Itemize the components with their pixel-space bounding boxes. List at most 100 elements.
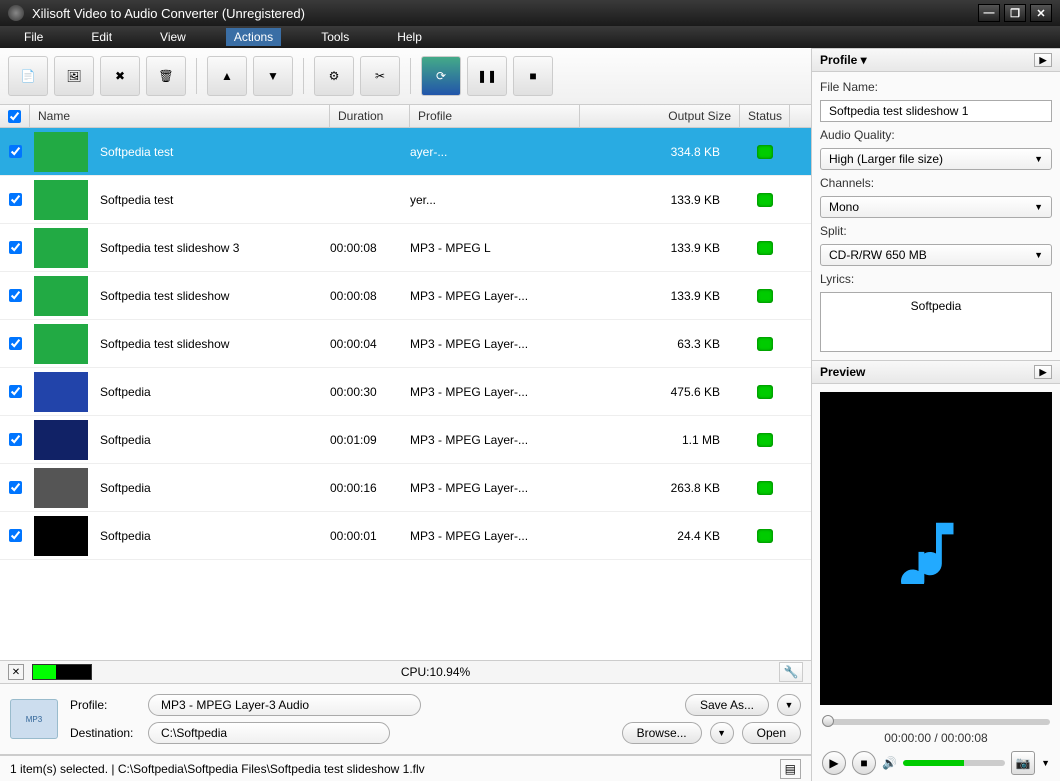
file-name-label: File Name:	[820, 80, 1052, 94]
row-name: Softpedia test	[92, 193, 330, 207]
menu-file[interactable]: File	[16, 28, 51, 46]
header-checkbox[interactable]	[0, 105, 30, 127]
lyrics-value: Softpedia	[911, 299, 962, 313]
row-status	[740, 193, 790, 207]
table-row[interactable]: Softpedia test slideshow00:00:08MP3 - MP…	[0, 272, 811, 320]
menubar: File Edit View Actions Tools Help	[0, 26, 1060, 48]
table-row[interactable]: Softpedia00:00:01MP3 - MPEG Layer-...24.…	[0, 512, 811, 560]
row-name: Softpedia test slideshow	[92, 289, 330, 303]
channels-label: Channels:	[820, 176, 1052, 190]
file-name-field[interactable]: Softpedia test slideshow 1	[820, 100, 1052, 122]
row-checkbox[interactable]	[0, 241, 30, 254]
convert-button[interactable]: ⟳	[421, 56, 461, 96]
move-down-button[interactable]: ▼	[253, 56, 293, 96]
clear-button[interactable]: 🗑	[146, 56, 186, 96]
table-row[interactable]: Softpedia test slideshow00:00:04MP3 - MP…	[0, 320, 811, 368]
thumbnail	[34, 228, 88, 268]
chevron-down-icon: ▼	[1034, 250, 1043, 260]
time-slider[interactable]	[822, 719, 1050, 725]
table-row[interactable]: Softpedia test slideshow 300:00:08MP3 - …	[0, 224, 811, 272]
play-button[interactable]: ▶	[822, 751, 846, 775]
save-as-button[interactable]: Save As...	[685, 694, 769, 716]
header-name[interactable]: Name	[30, 105, 330, 127]
profile-panel-header[interactable]: Profile ▾ ▶	[812, 48, 1060, 72]
table-row[interactable]: Softpedia testayer-...334.8 KB	[0, 128, 811, 176]
delete-button[interactable]: ✖	[100, 56, 140, 96]
menu-actions[interactable]: Actions	[226, 28, 281, 46]
snapshot-button[interactable]: 📷	[1011, 751, 1035, 775]
row-checkbox[interactable]	[0, 337, 30, 350]
row-duration: 00:01:09	[330, 433, 410, 447]
chevron-right-icon[interactable]: ▶	[1034, 365, 1052, 379]
table-row[interactable]: Softpedia testyer...133.9 KB	[0, 176, 811, 224]
split-button[interactable]: ✂	[360, 56, 400, 96]
menu-view[interactable]: View	[152, 28, 194, 46]
table-row[interactable]: Softpedia00:01:09MP3 - MPEG Layer-...1.1…	[0, 416, 811, 464]
volume-slider[interactable]	[903, 760, 1005, 766]
row-size: 1.1 MB	[580, 433, 740, 447]
header-profile[interactable]: Profile	[410, 105, 580, 127]
row-checkbox[interactable]	[0, 529, 30, 542]
stop-preview-button[interactable]: ■	[852, 751, 876, 775]
row-profile: MP3 - MPEG Layer-...	[410, 289, 580, 303]
preview-header-label: Preview	[820, 365, 865, 379]
close-button[interactable]: ✕	[1030, 4, 1052, 22]
row-size: 24.4 KB	[580, 529, 740, 543]
maximize-button[interactable]: ❐	[1004, 4, 1026, 22]
row-size: 133.9 KB	[580, 241, 740, 255]
move-up-button[interactable]: ▲	[207, 56, 247, 96]
stop-button[interactable]: ■	[513, 56, 553, 96]
menu-help[interactable]: Help	[389, 28, 430, 46]
row-status	[740, 385, 790, 399]
row-size: 263.8 KB	[580, 481, 740, 495]
row-checkbox[interactable]	[0, 193, 30, 206]
add-file-button[interactable]: 📄	[8, 56, 48, 96]
save-as-dropdown[interactable]: ▼	[777, 694, 801, 716]
preview-panel-header[interactable]: Preview ▶	[812, 360, 1060, 384]
thumbnail	[34, 372, 88, 412]
destination-value: C:\Softpedia	[161, 726, 227, 740]
minimize-button[interactable]: —	[978, 4, 1000, 22]
row-checkbox[interactable]	[0, 145, 30, 158]
row-duration: 00:00:08	[330, 289, 410, 303]
chevron-right-icon[interactable]: ▶	[1034, 53, 1052, 67]
lyrics-box[interactable]: Softpedia	[820, 292, 1052, 352]
time-display: 00:00:00 / 00:00:08	[822, 731, 1050, 745]
snapshot-dropdown[interactable]: ▼	[1041, 758, 1050, 768]
separator	[196, 58, 197, 94]
list-view-icon[interactable]: ▤	[780, 759, 801, 779]
table-row[interactable]: Softpedia00:00:30MP3 - MPEG Layer-...475…	[0, 368, 811, 416]
quality-label: Audio Quality:	[820, 128, 1052, 142]
toolbar: 📄 🖼 ✖ 🗑 ▲ ▼ ⚙ ✂ ⟳ ❚❚ ■	[0, 48, 811, 104]
destination-combo[interactable]: C:\Softpedia	[148, 722, 390, 744]
header-duration[interactable]: Duration	[330, 105, 410, 127]
cpu-close-button[interactable]: ✕	[8, 664, 24, 680]
row-name: Softpedia	[92, 481, 330, 495]
table-row[interactable]: Softpedia00:00:16MP3 - MPEG Layer-...263…	[0, 464, 811, 512]
bitrate-button[interactable]: ⚙	[314, 56, 354, 96]
quality-value: High (Larger file size)	[829, 152, 943, 166]
row-checkbox[interactable]	[0, 433, 30, 446]
open-button[interactable]: Open	[742, 722, 801, 744]
row-checkbox[interactable]	[0, 385, 30, 398]
browse-dropdown[interactable]: ▼	[710, 722, 734, 744]
table-header: Name Duration Profile Output Size Status	[0, 104, 811, 128]
menu-edit[interactable]: Edit	[83, 28, 120, 46]
profile-combo[interactable]: MP3 - MPEG Layer-3 Audio	[148, 694, 421, 716]
channels-combo[interactable]: Mono▼	[820, 196, 1052, 218]
volume-icon[interactable]: 🔊	[882, 756, 897, 770]
cpu-bar: ✕ CPU:10.94% 🔧	[0, 660, 811, 684]
row-checkbox[interactable]	[0, 289, 30, 302]
header-output-size[interactable]: Output Size	[580, 105, 740, 127]
add-picture-button[interactable]: 🖼	[54, 56, 94, 96]
row-checkbox[interactable]	[0, 481, 30, 494]
pause-button[interactable]: ❚❚	[467, 56, 507, 96]
split-value: CD-R/RW 650 MB	[829, 248, 927, 262]
menu-tools[interactable]: Tools	[313, 28, 357, 46]
quality-combo[interactable]: High (Larger file size)▼	[820, 148, 1052, 170]
browse-button[interactable]: Browse...	[622, 722, 702, 744]
lyrics-label: Lyrics:	[820, 272, 1052, 286]
split-combo[interactable]: CD-R/RW 650 MB ▼	[820, 244, 1052, 266]
settings-button[interactable]: 🔧	[779, 662, 803, 682]
header-status[interactable]: Status	[740, 105, 790, 127]
